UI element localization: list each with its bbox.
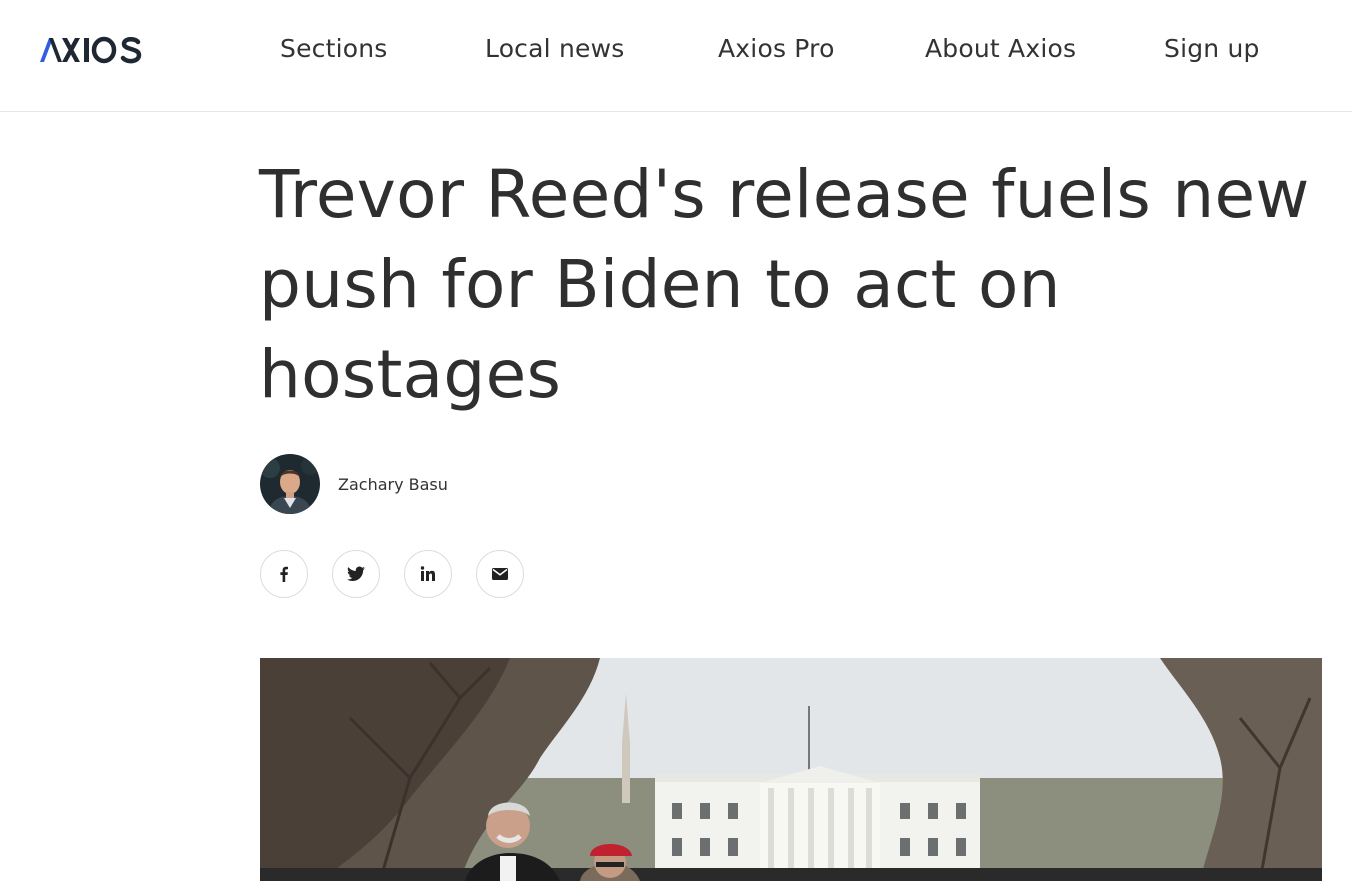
share-email-button[interactable] — [476, 550, 524, 598]
nav-axios-pro[interactable]: Axios Pro — [718, 34, 835, 63]
site-header: Sections Local news Axios Pro About Axio… — [0, 0, 1352, 112]
email-icon — [492, 568, 508, 580]
twitter-icon — [347, 566, 365, 582]
facebook-icon — [280, 566, 288, 582]
share-buttons — [260, 550, 548, 598]
share-facebook-button[interactable] — [260, 550, 308, 598]
share-twitter-button[interactable] — [332, 550, 380, 598]
nav-about-axios[interactable]: About Axios — [925, 34, 1076, 63]
nav-sections[interactable]: Sections — [280, 34, 388, 63]
article-hero-image — [260, 658, 1322, 881]
author-name[interactable]: Zachary Basu — [338, 475, 448, 494]
author-avatar[interactable] — [260, 454, 320, 514]
white-house-photo — [260, 658, 1322, 881]
byline: Zachary Basu — [260, 454, 448, 514]
article-headline: Trevor Reed's release fuels new push for… — [259, 156, 1310, 413]
share-linkedin-button[interactable] — [404, 550, 452, 598]
nav-sign-up[interactable]: Sign up — [1164, 34, 1260, 63]
linkedin-icon — [420, 566, 435, 581]
main-nav: Sections Local news Axios Pro About Axio… — [0, 0, 1352, 100]
nav-local-news[interactable]: Local news — [485, 34, 624, 63]
